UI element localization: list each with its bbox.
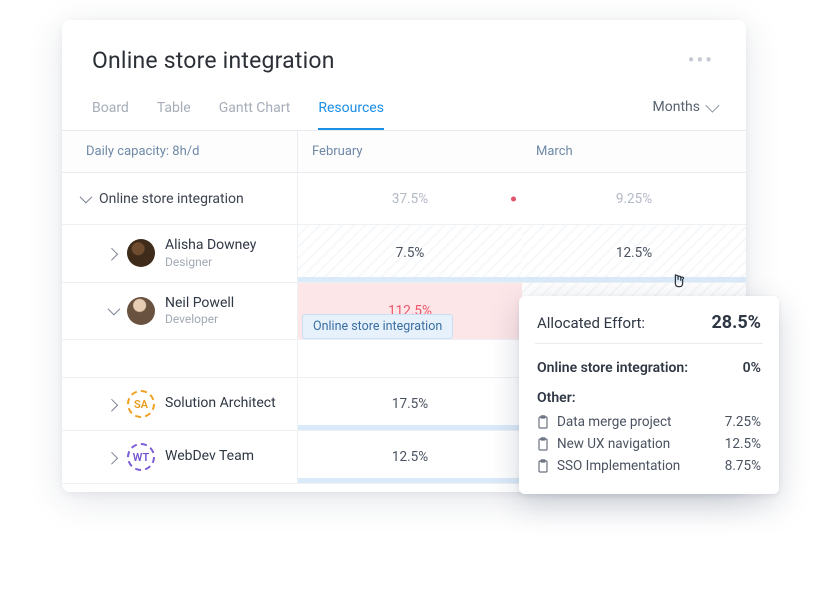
allocation-tooltip: Allocated Effort: 28.5% Online store int… — [519, 296, 779, 494]
tab-resources[interactable]: Resources — [318, 94, 384, 130]
other-item-value: 7.25% — [725, 414, 761, 430]
resource-row-sa[interactable]: SA Solution Architect — [62, 378, 298, 431]
project-allocation-value: 0% — [743, 360, 761, 376]
allocated-effort-label: Allocated Effort: — [537, 314, 645, 332]
task-bar[interactable]: Online store integration — [302, 314, 453, 339]
month-header-mar: March — [522, 131, 746, 173]
role-badge: WT — [127, 443, 155, 471]
resource-row-wt[interactable]: WT WebDev Team — [62, 431, 298, 484]
resource-row-neil[interactable]: Neil Powell Developer — [62, 283, 298, 341]
other-item-value: 8.75% — [725, 458, 761, 474]
tab-table[interactable]: Table — [157, 94, 191, 130]
alisha-mar-cell[interactable]: 12.5% — [522, 225, 746, 283]
other-item-value: 12.5% — [725, 436, 761, 452]
other-label: Other: — [537, 390, 761, 406]
page-title: Online store integration — [92, 47, 335, 74]
view-toolbar: Board Table Gantt Chart Resources Months — [62, 84, 746, 131]
resource-role: Developer — [165, 312, 234, 327]
task-lane-feb — [298, 340, 522, 378]
chevron-down-icon — [705, 99, 719, 113]
allocation-bar — [522, 277, 746, 282]
role-badge: SA — [127, 390, 155, 418]
chevron-down-icon — [80, 191, 93, 204]
period-label: Months — [653, 99, 700, 115]
resource-name: Alisha Downey — [165, 237, 256, 255]
other-item-name: Data merge project — [557, 414, 671, 430]
allocation-bar — [298, 277, 522, 282]
month-header-feb: February — [298, 131, 522, 173]
resource-role: Designer — [165, 255, 256, 270]
other-item: Data merge project 7.25% — [537, 414, 761, 430]
other-item: SSO Implementation 8.75% — [537, 458, 761, 474]
panel-header: Online store integration ••• — [62, 20, 746, 84]
wt-feb-cell[interactable]: 12.5% — [298, 431, 522, 484]
view-tabs: Board Table Gantt Chart Resources — [92, 94, 384, 130]
project-feb-value: 37.5% — [392, 191, 428, 207]
avatar — [127, 297, 155, 325]
resource-row-alisha[interactable]: Alisha Downey Designer — [62, 225, 298, 283]
clipboard-icon — [537, 415, 549, 429]
capacity-header: Daily capacity: 8h/d — [62, 131, 298, 173]
sa-feb-cell[interactable]: 17.5% — [298, 378, 522, 431]
cell-value: 17.5% — [392, 396, 428, 412]
chevron-right-icon — [105, 248, 118, 261]
tab-gantt[interactable]: Gantt Chart — [219, 94, 291, 130]
resource-name: Neil Powell — [165, 295, 234, 313]
project-feb-cell[interactable]: 37.5% — [298, 173, 522, 225]
overallocation-dot-icon — [511, 196, 516, 201]
allocation-bar — [298, 425, 522, 430]
project-mar-cell[interactable]: 9.25% — [522, 173, 746, 225]
allocation-bar — [298, 478, 522, 483]
clipboard-icon — [537, 459, 549, 473]
alisha-feb-cell[interactable]: 7.5% — [298, 225, 522, 283]
chevron-right-icon — [105, 451, 118, 464]
other-item: New UX navigation 12.5% — [537, 436, 761, 452]
avatar — [127, 239, 155, 267]
project-name: Online store integration — [99, 191, 244, 207]
task-lane — [62, 340, 298, 378]
more-menu-button[interactable]: ••• — [686, 46, 716, 74]
project-mar-value: 9.25% — [616, 191, 652, 207]
cell-value: 12.5% — [616, 245, 652, 261]
other-item-name: SSO Implementation — [557, 458, 680, 474]
project-allocation-label: Online store integration: — [537, 360, 688, 376]
chevron-down-icon — [108, 303, 121, 316]
tab-board[interactable]: Board — [92, 94, 129, 130]
other-item-name: New UX navigation — [557, 436, 670, 452]
clipboard-icon — [537, 437, 549, 451]
resource-name: Solution Architect — [165, 395, 276, 413]
chevron-right-icon — [105, 398, 118, 411]
resource-name: WebDev Team — [165, 448, 254, 466]
period-selector[interactable]: Months — [653, 99, 716, 125]
allocated-effort-value: 28.5% — [711, 312, 761, 333]
cell-value: 7.5% — [396, 245, 425, 261]
cell-value: 12.5% — [392, 449, 428, 465]
project-row-name[interactable]: Online store integration — [62, 173, 298, 225]
divider — [535, 343, 763, 344]
